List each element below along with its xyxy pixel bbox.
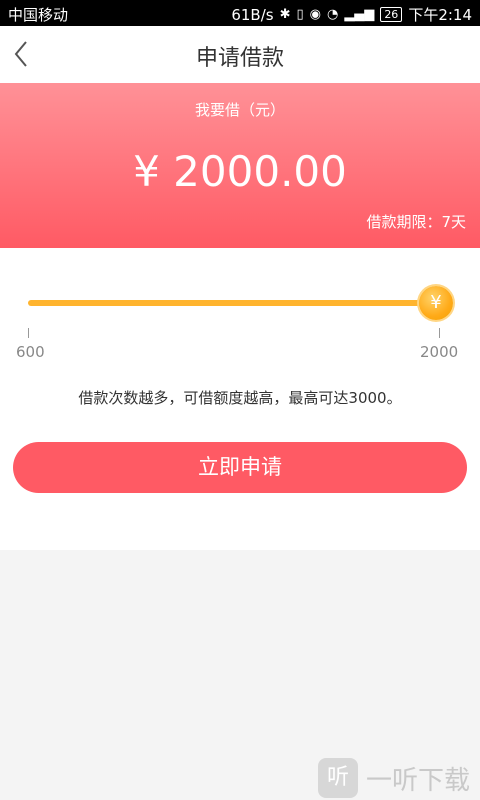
carrier-name: 中国移动: [8, 6, 69, 24]
status-bar: 中国移动 61B/s ✱ ▯ ◉ ◔ ▂▄▆ 26 下午2:14: [0, 0, 480, 26]
top-bar: 申请借款: [0, 26, 480, 83]
wifi-icon: ◔: [326, 7, 339, 22]
eye-icon: ◉: [309, 7, 321, 22]
battery-icon: 26: [380, 7, 403, 22]
page-title: 申请借款: [195, 46, 284, 71]
watermark-logo-icon: 听: [318, 758, 358, 798]
amount-slider-thumb[interactable]: ¥: [419, 286, 453, 320]
amount-slider-track[interactable]: [28, 300, 440, 306]
watermark: 听 一听下载: [318, 758, 470, 798]
slider-max-label: 2000: [420, 343, 459, 361]
loan-label: 我要借（元）: [194, 101, 285, 119]
clock: 下午2:14: [408, 6, 472, 24]
loan-summary: 我要借（元） ¥ 2000.00 借款期限：7天: [0, 83, 480, 248]
bluetooth-icon: ✱: [279, 7, 291, 22]
slider-max-tick: [439, 328, 440, 338]
slider-min-label: 600: [16, 343, 45, 361]
loan-term: 借款期限：7天: [366, 213, 466, 231]
loan-panel: ¥ 600 2000 借款次数越多，可借额度越高，最高可达3000。 立即申请: [0, 248, 480, 550]
network-speed: 61B/s: [231, 5, 274, 24]
watermark-text: 一听下载: [366, 765, 471, 796]
status-right: 61B/s ✱ ▯ ◉ ◔ ▂▄▆ 26 下午2:14: [231, 4, 472, 25]
limit-hint: 借款次数越多，可借额度越高，最高可达3000。: [78, 389, 402, 407]
apply-button[interactable]: 立即申请: [13, 442, 467, 493]
signal-icon: ▂▄▆: [344, 7, 375, 22]
slider-min-tick: [28, 328, 29, 338]
loan-amount: ¥ 2000.00: [133, 147, 347, 196]
vibrate-icon: ▯: [296, 7, 304, 22]
